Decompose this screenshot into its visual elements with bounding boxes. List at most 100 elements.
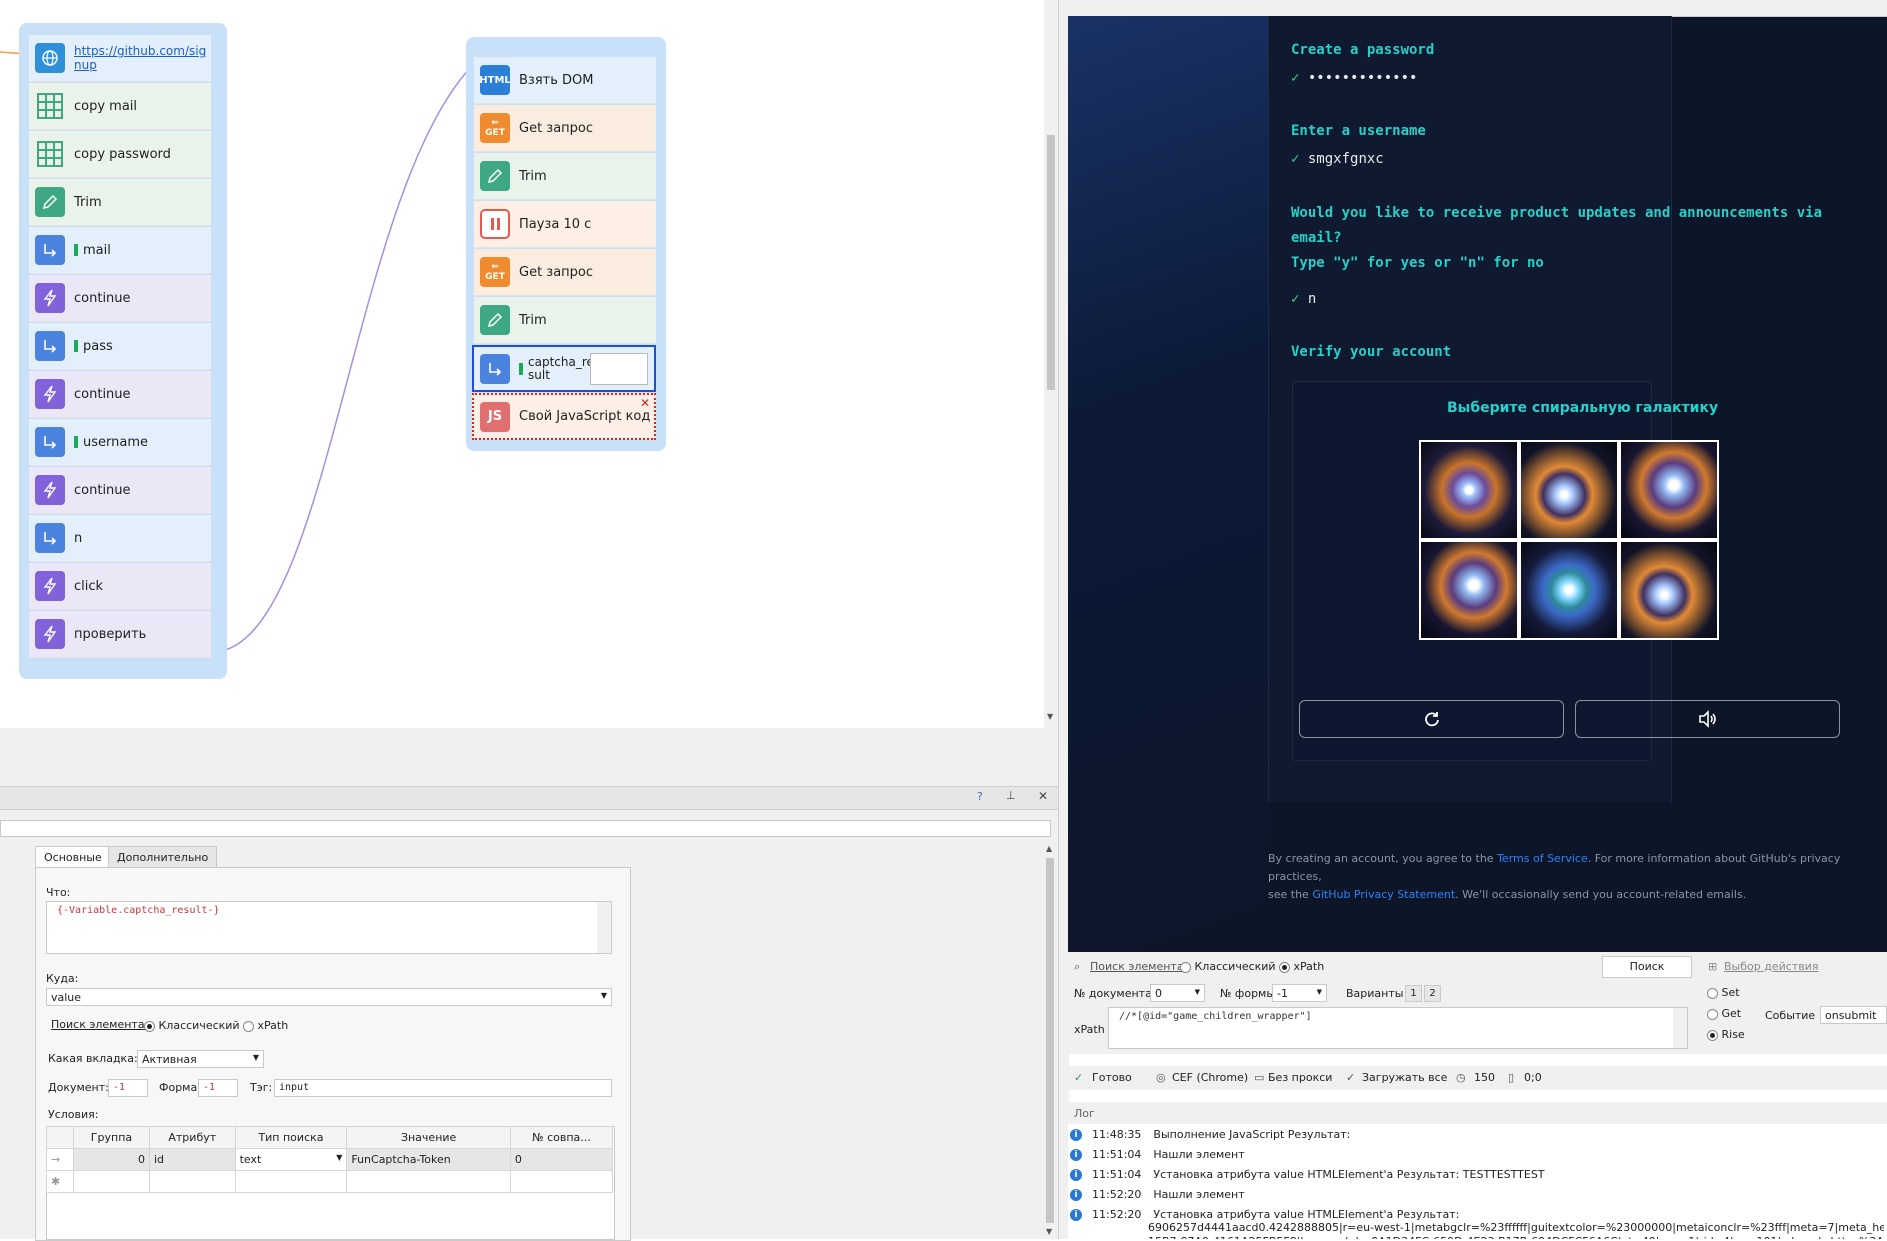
where-select[interactable]: value ▼ [46,988,612,1006]
right-action-group[interactable]: HTML Взять DOM ⇐ GET Get запрос Trim Пауза 10 … [466,37,666,451]
cell-attribute[interactable]: id [148,1148,236,1171]
flow-node[interactable]: pass [29,323,211,370]
status-timer[interactable]: 150 [1474,1071,1495,1084]
classic-radio[interactable]: Классический [1180,960,1276,973]
rise-radio[interactable]: Rise [1707,1028,1745,1041]
tab-advanced[interactable]: Дополнительно [108,846,218,868]
new-cell[interactable] [234,1170,348,1193]
search-button[interactable]: Поиск [1602,956,1692,978]
flow-node[interactable]: JS Свой JavaScript код ✕ [472,393,656,440]
flow-node[interactable]: captcha_re sult [472,345,656,392]
flow-node[interactable]: copy password [29,131,211,178]
flow-node[interactable]: mail [29,227,211,274]
props-scroll-thumb[interactable] [1046,858,1054,1223]
search-classic-radio[interactable]: Классический [144,1019,240,1032]
terms-link[interactable]: Terms of Service [1497,852,1588,865]
flow-node[interactable]: click [29,563,211,610]
left-action-group[interactable]: https://github.com/sig nup copy mail copy p… [19,23,227,679]
search-xpath-radio[interactable]: xPath [243,1019,288,1032]
flow-node[interactable]: проверить [29,611,211,658]
form-no-select[interactable]: -1 ▼ [1272,984,1327,1002]
log-entry[interactable]: i 11:51:04 Установка атрибута value HTMLEl… [1070,1168,1545,1181]
flow-node[interactable]: Trim [474,153,656,200]
props-scrollbar[interactable]: ▲ ▼ [1042,842,1058,1239]
flow-node[interactable]: https://github.com/sig nup [29,35,211,82]
privacy-link[interactable]: GitHub Privacy Statement [1312,888,1455,901]
log-entry[interactable]: i 11:48:35 Выполнение JavaScript Результат… [1070,1128,1350,1141]
new-cell[interactable] [346,1170,511,1193]
form-input[interactable]: -1 [198,1079,238,1097]
url-line[interactable]: nup [74,58,206,72]
new-row[interactable]: ✱ [46,1170,614,1193]
captcha-reload-button[interactable] [1299,700,1564,738]
document-input[interactable]: -1 [108,1079,148,1097]
flow-node[interactable]: continue [29,371,211,418]
flow-node[interactable]: ⇐ GET Get запрос [474,249,656,296]
captcha-tile-2[interactable] [1520,441,1618,539]
help-icon[interactable]: ? [977,790,983,803]
variable-value-box[interactable] [590,353,648,385]
new-cell[interactable] [509,1170,614,1193]
captcha-tile-4[interactable] [1420,541,1518,639]
cell-value[interactable]: FunCaptcha-Token [346,1148,511,1171]
scroll-down-icon[interactable]: ▼ [1047,712,1053,721]
which-tab-select[interactable]: Активная ▼ [137,1050,264,1068]
password-value[interactable]: ✓ ••••••••••••• [1291,70,1417,86]
flow-node[interactable]: HTML Взять DOM [474,57,656,104]
captcha-audio-button[interactable] [1575,700,1840,738]
xpath-scrollbar[interactable] [1673,1008,1687,1048]
flow-node[interactable]: copy mail [29,83,211,130]
choose-action-link[interactable]: Выбор действия [1724,960,1818,973]
status-proxy[interactable]: Без прокси [1268,1071,1332,1084]
what-scrollbar[interactable] [597,902,611,953]
captcha-tile-6[interactable] [1620,541,1718,639]
close-panel-icon[interactable]: ✕ [1038,789,1048,803]
status-load[interactable]: Загружать все [1362,1071,1447,1084]
what-textarea[interactable]: {-Variable.captcha_result-} [46,901,612,954]
xpath-radio[interactable]: xPath [1279,960,1324,973]
flow-node[interactable]: ⇐ GET Get запрос [474,105,656,152]
tag-input[interactable]: input [274,1079,612,1097]
flow-canvas[interactable]: https://github.com/sig nup copy mail copy p… [0,0,1059,771]
column-header[interactable]: Тип поиска [234,1126,348,1149]
canvas-vertical-scrollbar[interactable]: ▼ [1044,0,1058,728]
url-line[interactable]: https://github.com/sig [74,44,206,58]
column-header[interactable]: Атрибут [148,1126,236,1149]
log-entry[interactable]: i 11:52:20 Установка атрибута value HTMLEl… [1070,1208,1459,1221]
table-row[interactable]: → 0 id text ▼ FunCaptcha-Token 0 [46,1148,614,1171]
updates-value[interactable]: ✓ n [1291,291,1316,307]
flow-node[interactable]: Trim [29,179,211,226]
browser-view[interactable]: Create a password ✓ ••••••••••••• Enter … [1068,0,1887,952]
captcha-tile-3[interactable] [1620,441,1718,539]
variant-2-button[interactable]: 2 [1424,985,1441,1002]
get-radio[interactable]: Get [1707,1007,1741,1020]
log-entry[interactable]: i 11:52:20 Нашли элемент [1070,1188,1245,1201]
flow-node[interactable]: Trim [474,297,656,344]
flow-node[interactable]: username [29,419,211,466]
column-header[interactable]: Значение [346,1126,511,1149]
set-radio[interactable]: Set [1707,986,1740,999]
cell-search-type[interactable]: text ▼ [234,1148,348,1171]
cell-group[interactable]: 0 [73,1148,150,1171]
flow-node[interactable]: n [29,515,211,562]
tab-main[interactable]: Основные [35,846,111,868]
new-cell[interactable] [148,1170,236,1193]
captcha-tile-5[interactable] [1520,541,1618,639]
flow-node[interactable]: Пауза 10 с [474,201,656,248]
flow-node[interactable]: continue [29,275,211,322]
scroll-thumb[interactable] [1047,135,1055,390]
search-element-label[interactable]: Поиск элемента: [51,1018,148,1031]
column-header[interactable]: Группа [73,1126,150,1149]
log-entry[interactable]: i 11:51:04 Нашли элемент [1070,1148,1245,1161]
pin-icon[interactable]: ⊥ [1006,789,1016,802]
scroll-down-icon[interactable]: ▼ [1046,1227,1052,1236]
event-select[interactable]: onsubmit [1820,1006,1887,1024]
doc-no-select[interactable]: 0 ▼ [1150,984,1205,1002]
find-element-link[interactable]: Поиск элемента [1090,960,1184,973]
username-value[interactable]: ✓ smgxfgnxc [1291,151,1384,167]
status-engine[interactable]: CEF (Chrome) [1172,1071,1248,1084]
flow-node[interactable]: continue [29,467,211,514]
variant-1-button[interactable]: 1 [1405,985,1422,1002]
xpath-input[interactable]: //*[@id="game_children_wrapper"] [1108,1007,1688,1049]
column-header[interactable]: № совпа... [509,1126,614,1149]
